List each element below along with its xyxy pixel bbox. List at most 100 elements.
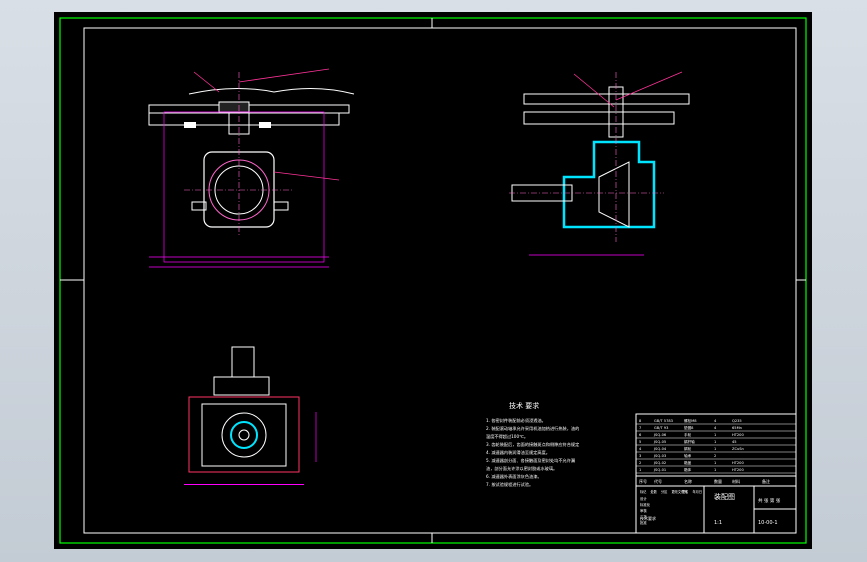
bom-cell: 螺栓M8 — [684, 418, 697, 423]
top-bearing — [230, 421, 258, 449]
section-leader-2 — [573, 73, 615, 108]
design-cell: 设计 — [640, 496, 647, 501]
bolt-left — [184, 122, 196, 128]
bom-cell: 蜗杆轴 — [684, 439, 695, 444]
sign-cell: 分区 — [661, 489, 668, 494]
drawing-number: 10-00-1 — [758, 520, 778, 526]
side-lug-right — [273, 201, 289, 211]
design-cell: 审核 — [640, 508, 647, 513]
assembly-drawing-canvas[interactable]: 技术 要求 1. 各密封件装配前必须浸透油。 2. 装配滚动轴承允许采用机油加热… — [54, 12, 812, 549]
design-cell: 批准 — [640, 520, 647, 525]
bom-cell: 箱体 — [684, 467, 692, 472]
bom-cell: GB/T 93 — [654, 426, 668, 430]
top-neck — [213, 376, 270, 396]
cad-app-window: 技术 要求 1. 各密封件装配前必须浸透油。 2. 装配滚动轴承允许采用机油加热… — [0, 0, 867, 562]
notes-line-4: 3. 齿轮装配后，齿面的接触斑点和侧隙应符合规定 — [486, 441, 579, 448]
bom-cell: JSQ-02 — [653, 461, 666, 465]
top-width-dimension — [184, 484, 304, 485]
bom-cell: 2 — [639, 461, 641, 465]
leader-rim — [193, 71, 220, 93]
bom-cell: 垫圈8 — [684, 425, 694, 430]
bom-header-material: 材料 — [732, 478, 740, 484]
notes-line-8: 6. 减速器外表面涂灰色油漆。 — [486, 473, 542, 480]
title-block-sheet: 共 张 第 张 — [758, 497, 781, 504]
bom-rows: 8 GB/T 5783 螺栓M8 4 Q235 7 GB/T 93 垫圈8 4 65Mn 6 JSQ-… — [636, 418, 796, 474]
mount-plate — [148, 112, 340, 126]
bolt-right — [259, 122, 271, 128]
bom-cell: 7 — [639, 426, 641, 430]
bom-cell: 2 — [714, 454, 716, 458]
bom-cell: JSQ-04 — [653, 447, 667, 451]
bom-cell: JSQ-01 — [653, 468, 666, 472]
notes-title: 技术 要求 — [509, 401, 539, 410]
leader-flange — [273, 171, 340, 181]
front-view — [148, 68, 355, 268]
bom-cell: ZCuSn — [732, 447, 744, 451]
bom-cell: JSQ-06 — [653, 433, 667, 437]
sign-cells: 标记 处数 分区 更改文件号签名 年月日 — [640, 489, 702, 494]
bom-cell: JSQ-03 — [653, 454, 666, 458]
bom-cell: 6 — [639, 433, 642, 437]
bom-cell: 4 — [714, 426, 717, 430]
bom-cell: 45 — [732, 440, 737, 444]
bom-cell: Q235 — [732, 419, 742, 423]
drawing-name: 装配图 — [714, 492, 735, 501]
notes-line-2: 2. 装配滚动轴承允许采用机油加热进行热装，油的 — [486, 425, 579, 432]
title-block: 序号 代号 名称 数量 材料 备注 8 GB/T 5783 螺栓M8 4 Q235 7 GB… — [635, 413, 797, 534]
design-cell: 标准化 — [640, 502, 651, 507]
bom-cell: 1 — [714, 468, 716, 472]
notes-line-9: 7. 按试验规程进行试验。 — [486, 481, 533, 488]
bom-cell: HT200 — [732, 433, 744, 437]
sign-cell: 年月日 — [693, 489, 703, 494]
bom-cell: 1 — [714, 440, 716, 444]
cad-drawing-viewport[interactable]: 技术 要求 1. 各密封件装配前必须浸透油。 2. 装配滚动轴承允许采用机油加热… — [54, 12, 812, 549]
bom-cell: 8 — [639, 419, 642, 423]
leader-handwheel — [238, 68, 330, 83]
top-bore-outer — [221, 412, 267, 458]
bom-cell: 3 — [639, 454, 641, 458]
notes-line-5: 4. 减速器内装润滑油至规定高度。 — [486, 449, 550, 456]
bom-cell: 1 — [639, 468, 641, 472]
section-handwheel — [523, 93, 690, 105]
top-shaft — [231, 346, 255, 378]
notes-line-1: 1. 各密封件装配前必须浸透油。 — [486, 417, 546, 424]
bom-cell: HT200 — [732, 461, 744, 465]
bom-cell: JSQ-05 — [653, 440, 666, 444]
handwheel-rim — [188, 87, 355, 95]
section-leader-1 — [615, 71, 683, 101]
bom-header-name: 名称 — [684, 478, 692, 484]
top-base-flange — [188, 396, 300, 473]
bom-table: 序号 代号 名称 数量 材料 备注 — [639, 478, 770, 484]
section-worm-gear — [598, 161, 630, 228]
bom-cell: 手轮 — [684, 432, 692, 437]
bom-cell: 1 — [714, 433, 716, 437]
bom-header-code: 代号 — [654, 478, 662, 484]
section-view — [509, 71, 690, 256]
bom-cell: 蜗轮 — [684, 446, 692, 451]
section-mount-plate — [523, 111, 675, 125]
technical-requirements: 技术 要求 1. 各密封件装配前必须浸透油。 2. 装配滚动轴承允许采用机油加热… — [486, 401, 579, 488]
bom-cell: 4 — [714, 419, 717, 423]
title-block-frame — [635, 413, 797, 534]
outer-sheet-border — [59, 17, 807, 544]
drawing-scale: 1:1 — [714, 520, 722, 526]
bom-cell: 65Mn — [732, 426, 742, 430]
top-view — [184, 346, 317, 485]
design-cell: 工艺 — [640, 514, 647, 519]
notes-line-6: 5. 减速器剖分面、各接触面及密封处均不允许漏 — [486, 457, 575, 464]
bom-cell: 1 — [714, 461, 716, 465]
bom-cell: 轴承 — [684, 453, 692, 458]
bom-cell: 1 — [714, 447, 716, 451]
bom-cell: 4 — [639, 447, 642, 451]
bom-cell: 5 — [639, 440, 641, 444]
notes-line-7: 油，剖分面允许涂以密封胶或水玻璃。 — [486, 465, 557, 472]
bom-cell: GB/T 5783 — [654, 419, 673, 423]
bom-cell: 箱盖 — [684, 460, 692, 465]
hub — [218, 101, 250, 113]
bom-header-note: 备注 — [762, 478, 770, 484]
section-housing-hatch — [562, 140, 656, 229]
bom-header-qty: 数量 — [714, 478, 722, 484]
notes-line-3: 温度不得超过100℃。 — [486, 433, 528, 440]
bom-header-no: 序号 — [639, 478, 647, 484]
top-shaft-end — [238, 429, 250, 441]
